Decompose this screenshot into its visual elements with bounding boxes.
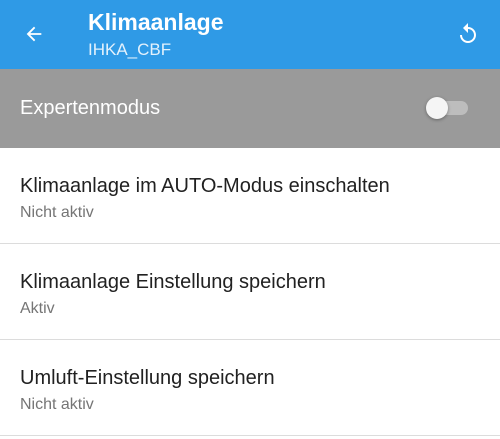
setting-status: Nicht aktiv: [20, 204, 94, 221]
reset-button[interactable]: [452, 18, 484, 50]
setting-title: Umluft-Einstellung speichern: [20, 367, 275, 389]
expert-mode-row: Expertenmodus: [0, 69, 500, 148]
app-bar: Klimaanlage IHKA_CBF: [0, 0, 500, 69]
page-title: Klimaanlage: [88, 9, 224, 35]
setting-title: Klimaanlage im AUTO-Modus einschalten: [20, 175, 390, 197]
setting-save-climate[interactable]: Klimaanlage Einstellung speichern Aktiv: [0, 244, 500, 340]
switch-thumb: [426, 97, 448, 119]
expert-mode-label: Expertenmodus: [20, 97, 161, 119]
reset-icon: [460, 23, 476, 43]
expert-mode-switch[interactable]: [426, 97, 468, 119]
back-button[interactable]: [18, 18, 50, 50]
setting-auto-mode[interactable]: Klimaanlage im AUTO-Modus einschalten Ni…: [0, 148, 500, 244]
setting-status: Aktiv: [20, 300, 55, 317]
page-subtitle: IHKA_CBF: [88, 40, 172, 59]
setting-title: Klimaanlage Einstellung speichern: [20, 271, 326, 293]
setting-status: Nicht aktiv: [20, 396, 94, 413]
arrow-left-icon: [26, 26, 42, 42]
setting-save-recirculation[interactable]: Umluft-Einstellung speichern Nicht aktiv: [0, 340, 500, 436]
